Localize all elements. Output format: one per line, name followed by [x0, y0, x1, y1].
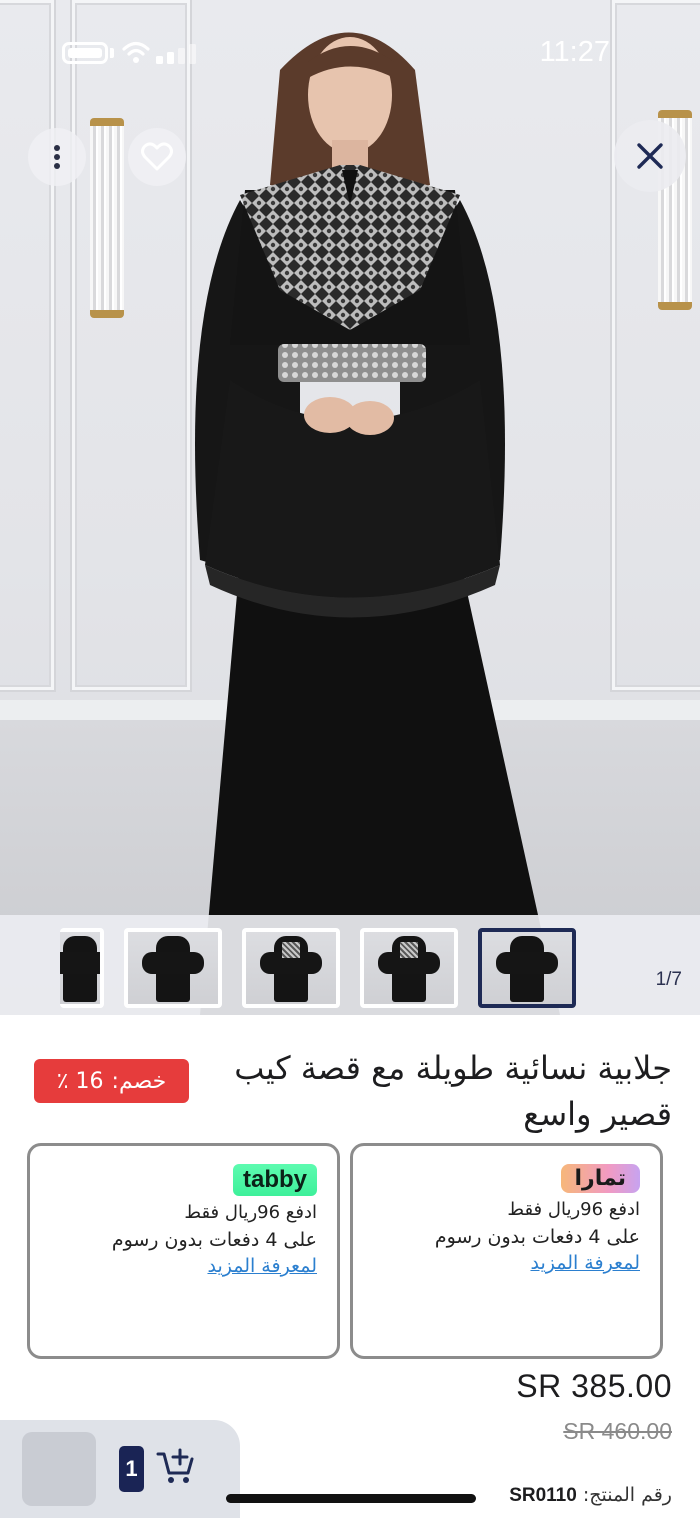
- thumbnail-3[interactable]: [242, 928, 340, 1008]
- tabby-logo: tabby: [232, 1164, 317, 1196]
- sku-value: SR0110: [509, 1485, 577, 1506]
- status-bar: 11:27: [0, 0, 700, 100]
- battery-icon: [62, 42, 108, 64]
- current-price: SR 385.00: [516, 1368, 672, 1404]
- battery-tip: [110, 48, 114, 58]
- product-mini-thumbnail: [22, 1432, 96, 1506]
- cart-plus-icon[interactable]: [156, 1446, 196, 1486]
- more-options-button[interactable]: [28, 128, 86, 186]
- tabby-line2: على 4 دفعات بدون رسوم: [111, 1229, 317, 1251]
- tabby-learn-more-link[interactable]: لمعرفة المزيد: [207, 1255, 317, 1277]
- tamara-learn-more-link[interactable]: لمعرفة المزيد: [530, 1252, 640, 1274]
- thumbnail-1[interactable]: [60, 928, 104, 1008]
- tabby-card[interactable]: tabby ادفع 96ريال فقط على 4 دفعات بدون ر…: [27, 1143, 340, 1359]
- product-image[interactable]: 11:27: [0, 0, 700, 1015]
- close-button[interactable]: [614, 120, 686, 192]
- more-vertical-icon: [54, 145, 60, 169]
- discount-value: 16 ٪: [56, 1068, 104, 1094]
- favorite-button[interactable]: [128, 128, 186, 186]
- wifi-icon: [122, 41, 150, 63]
- status-time: 11:27: [539, 36, 610, 68]
- tabby-line1: ادفع 96ريال فقط: [184, 1202, 317, 1223]
- tamara-line1: ادفع 96ريال فقط: [507, 1199, 640, 1220]
- cellular-signal-icon: [156, 44, 196, 64]
- tamara-logo: تمارا: [560, 1164, 640, 1193]
- home-indicator: [226, 1494, 476, 1503]
- heart-icon: [141, 142, 173, 171]
- model-figure: [195, 32, 560, 1015]
- thumbnail-active[interactable]: [478, 928, 576, 1008]
- discount-label: خصم:: [111, 1068, 167, 1094]
- quantity-value[interactable]: 1: [119, 1446, 144, 1492]
- sku-label: رقم المنتج:: [582, 1484, 672, 1506]
- tamara-line2: على 4 دفعات بدون رسوم: [434, 1226, 640, 1248]
- thumbnail-4[interactable]: [360, 928, 458, 1008]
- thumbnail-strip: [0, 915, 700, 1015]
- product-sku: رقم المنتج: SR0110: [509, 1484, 672, 1507]
- product-title: جلابية نسائية طويلة مع قصة كيب قصير واسع: [234, 1049, 672, 1133]
- cart-panel: 1: [0, 1420, 240, 1518]
- discount-badge: خصم: 16 ٪: [34, 1059, 189, 1103]
- original-price: SR 460.00: [563, 1418, 672, 1444]
- image-counter: 1/7: [655, 969, 682, 990]
- close-icon: [637, 143, 663, 169]
- tamara-card[interactable]: تمارا ادفع 96ريال فقط على 4 دفعات بدون ر…: [350, 1143, 663, 1359]
- thumbnail-2[interactable]: [124, 928, 222, 1008]
